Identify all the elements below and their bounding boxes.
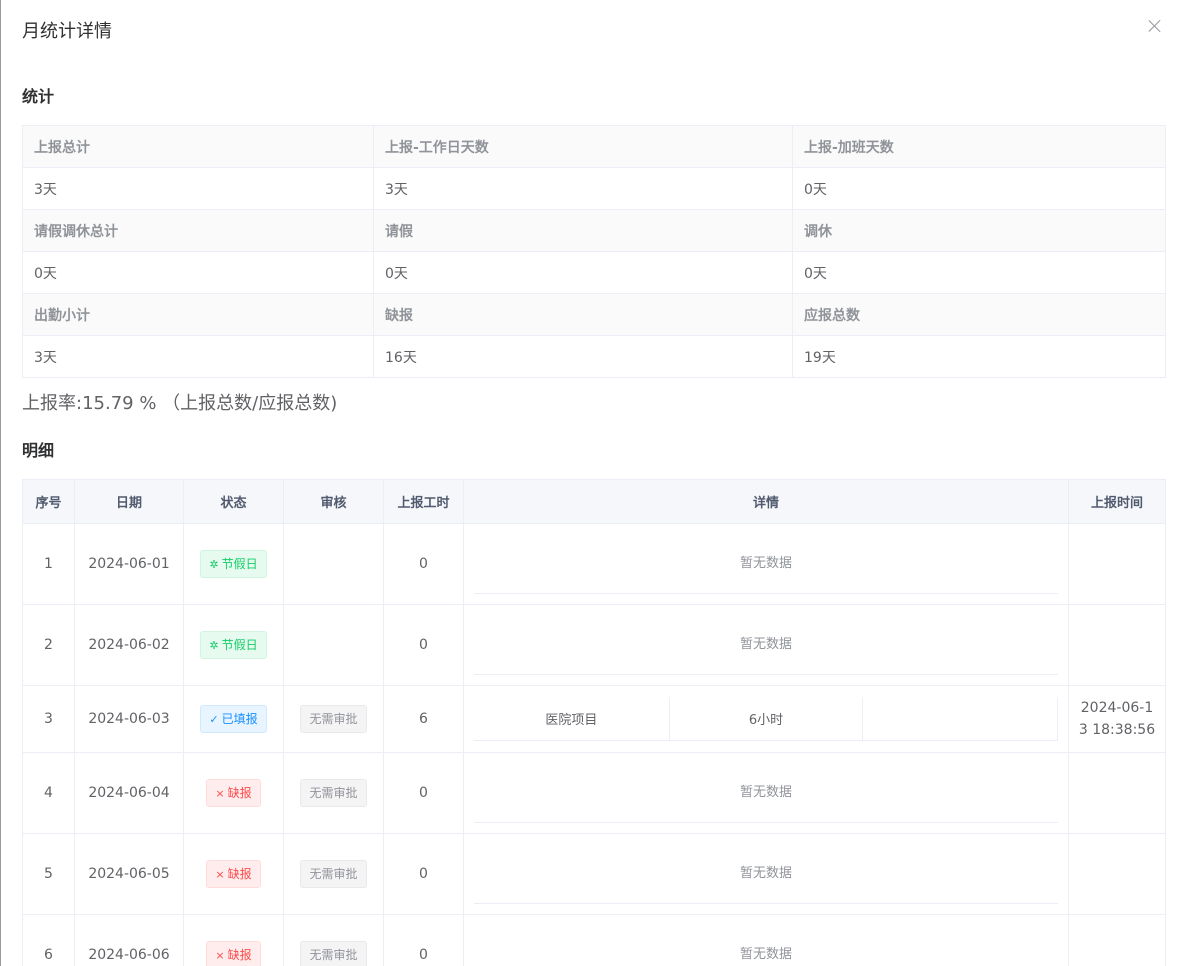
- table-row: 5 2024-06-05 × 缺报 无需审批 0 暂无数据: [22, 833, 1166, 915]
- stat-value: 19天: [792, 335, 1166, 378]
- col-header-no: 序号: [22, 479, 75, 524]
- empty-detail: 暂无数据: [474, 844, 1058, 904]
- row-no: 3: [22, 685, 75, 753]
- row-time: 2024-06-13 18:38:56: [1078, 700, 1156, 738]
- row-no: 5: [22, 833, 75, 915]
- detail-subtable: 医院项目 6小时: [474, 697, 1059, 741]
- check-icon: ✓: [209, 713, 219, 726]
- row-date: 2024-06-01: [74, 523, 184, 605]
- detail-project: 医院项目: [474, 697, 670, 740]
- detail-duration: 6小时: [670, 697, 864, 740]
- status-badge: × 缺报: [206, 941, 261, 966]
- row-date: 2024-06-02: [74, 604, 184, 686]
- stats-table: 上报总计 上报-工作日天数 上报-加班天数 3天 3天 0天 请假调休总计 请假…: [22, 125, 1166, 378]
- row-date: 2024-06-03: [74, 685, 184, 753]
- stats-heading: 统计: [22, 87, 55, 106]
- stat-label: 请假: [373, 209, 793, 252]
- stat-value: 3天: [22, 335, 374, 378]
- stat-value: 0天: [22, 251, 374, 294]
- report-rate: 上报率:15.79 % （上报总数/应报总数): [22, 393, 338, 414]
- row-date: 2024-06-05: [74, 833, 184, 915]
- status-badge: × 缺报: [206, 779, 261, 807]
- status-badge: ✲ 节假日: [200, 631, 267, 659]
- empty-detail: 暂无数据: [474, 763, 1058, 823]
- dialog-title: 月统计详情: [22, 21, 112, 42]
- row-no: 4: [22, 752, 75, 834]
- row-time: [1068, 604, 1166, 686]
- row-hours: 0: [383, 833, 464, 915]
- status-badge: × 缺报: [206, 860, 261, 888]
- stat-value: 16天: [373, 335, 793, 378]
- stat-value: 0天: [792, 251, 1166, 294]
- sparkle-icon: ✲: [209, 558, 219, 571]
- stat-label: 请假调休总计: [22, 209, 374, 252]
- empty-detail: 暂无数据: [474, 615, 1058, 675]
- detail-table: 序号 日期 状态 审核 上报工时 详情 上报时间 1 2024-06-01 ✲ 节…: [22, 479, 1166, 966]
- col-header-date: 日期: [74, 479, 184, 524]
- stat-label: 上报-加班天数: [792, 125, 1166, 168]
- stat-label: 缺报: [373, 293, 793, 336]
- stat-value: 0天: [373, 251, 793, 294]
- stat-label: 调休: [792, 209, 1166, 252]
- row-time: [1068, 833, 1166, 915]
- stat-label: 上报-工作日天数: [373, 125, 793, 168]
- stat-value: 0天: [792, 167, 1166, 210]
- table-row: 1 2024-06-01 ✲ 节假日 0 暂无数据: [22, 523, 1166, 605]
- stat-label: 应报总数: [792, 293, 1166, 336]
- review-badge: 无需审批: [300, 860, 367, 888]
- col-header-status: 状态: [183, 479, 284, 524]
- stat-label: 出勤小计: [22, 293, 374, 336]
- stat-label: 上报总计: [22, 125, 374, 168]
- table-row: 6 2024-06-06 × 缺报 无需审批 0 暂无数据: [22, 914, 1166, 966]
- sparkle-icon: ✲: [209, 639, 219, 652]
- table-row: 3 2024-06-03 ✓ 已填报 无需审批 6 医院项目 6小时 2024-0…: [22, 685, 1166, 753]
- col-header-detail: 详情: [463, 479, 1069, 524]
- cross-icon: ×: [215, 787, 225, 800]
- close-icon[interactable]: [1147, 18, 1163, 34]
- table-row: 4 2024-06-04 × 缺报 无需审批 0 暂无数据: [22, 752, 1166, 834]
- col-header-hours: 上报工时: [383, 479, 464, 524]
- cross-icon: ×: [215, 868, 225, 881]
- review-badge: 无需审批: [300, 779, 367, 807]
- row-review: [283, 523, 384, 605]
- row-hours: 0: [383, 604, 464, 686]
- detail-note: [863, 697, 1059, 740]
- row-no: 6: [22, 914, 75, 966]
- row-no: 2: [22, 604, 75, 686]
- col-header-time: 上报时间: [1068, 479, 1166, 524]
- empty-detail: 暂无数据: [474, 925, 1058, 966]
- row-time: [1068, 914, 1166, 966]
- table-row: 2 2024-06-02 ✲ 节假日 0 暂无数据: [22, 604, 1166, 686]
- detail-header-row: 序号 日期 状态 审核 上报工时 详情 上报时间: [22, 479, 1166, 524]
- row-hours: 0: [383, 752, 464, 834]
- stat-value: 3天: [22, 167, 374, 210]
- row-review: [283, 604, 384, 686]
- row-time: [1068, 523, 1166, 605]
- row-hours: 6: [383, 685, 464, 753]
- row-date: 2024-06-06: [74, 914, 184, 966]
- review-badge: 无需审批: [300, 705, 367, 733]
- stat-value: 3天: [373, 167, 793, 210]
- empty-detail: 暂无数据: [474, 534, 1058, 594]
- row-no: 1: [22, 523, 75, 605]
- cross-icon: ×: [215, 949, 225, 962]
- row-hours: 0: [383, 914, 464, 966]
- row-time: [1068, 752, 1166, 834]
- month-stats-dialog: 月统计详情 统计 上报总计 上报-工作日天数 上报-加班天数 3天 3天 0天 …: [0, 0, 1177, 966]
- status-badge: ✓ 已填报: [200, 705, 267, 733]
- status-badge: ✲ 节假日: [200, 550, 267, 578]
- review-badge: 无需审批: [300, 941, 367, 966]
- col-header-review: 审核: [283, 479, 384, 524]
- row-date: 2024-06-04: [74, 752, 184, 834]
- row-hours: 0: [383, 523, 464, 605]
- detail-heading: 明细: [22, 441, 55, 460]
